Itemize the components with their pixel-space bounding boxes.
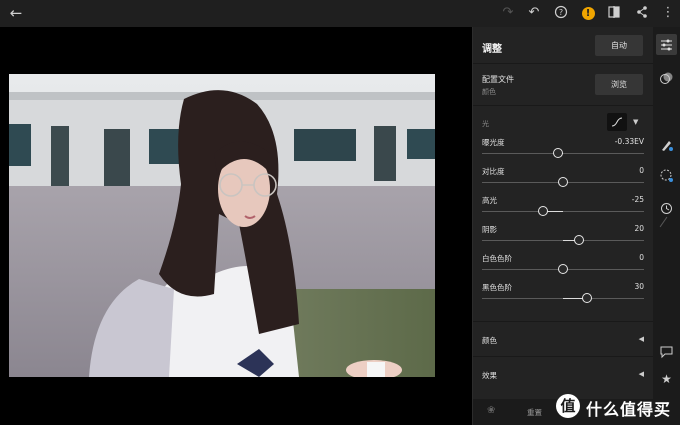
undo-icon[interactable]: ↶ <box>526 5 542 21</box>
slider-value[interactable]: 0 <box>639 253 644 262</box>
svg-text:?: ? <box>559 8 563 17</box>
watermark-text: 什么值得买 <box>586 400 672 419</box>
slider-row: 高光 -25 <box>482 195 644 219</box>
reset-button[interactable]: 重置 <box>527 407 542 418</box>
effects-section[interactable]: 效果 ◀ <box>482 370 644 381</box>
slider-thumb[interactable] <box>552 148 563 158</box>
tool-rail: ★ <box>653 27 680 425</box>
rail-separator <box>659 216 668 228</box>
slider-row: 阴影 20 <box>482 224 644 248</box>
browse-button[interactable]: 浏览 <box>595 74 643 95</box>
comment-icon[interactable] <box>659 344 674 359</box>
profile-value: 颜色 <box>482 88 496 96</box>
adjust-sliders-icon[interactable] <box>656 34 677 55</box>
profile-label: 配置文件 <box>482 75 514 84</box>
slider-row: 对比度 0 <box>482 166 644 190</box>
share-icon[interactable] <box>634 5 650 21</box>
color-section-label: 颜色 <box>482 336 497 345</box>
star-icon[interactable]: ★ <box>659 372 674 387</box>
light-section-label: 光 <box>482 120 489 128</box>
slider-row: 黑色色阶 30 <box>482 282 644 306</box>
more-icon[interactable]: ⋮ <box>660 5 676 21</box>
slider-value[interactable]: 30 <box>634 282 644 291</box>
slider-label: 曝光度 <box>482 138 505 147</box>
edited-photo <box>9 74 435 377</box>
watermark-badge: 值 <box>556 394 580 418</box>
slider-value[interactable]: 0 <box>639 166 644 175</box>
slider-label: 高光 <box>482 196 497 205</box>
divider <box>473 63 654 64</box>
warning-icon[interactable]: ! <box>580 5 596 21</box>
color-section[interactable]: 颜色 ◀ <box>482 335 644 346</box>
slider-thumb[interactable] <box>574 235 585 245</box>
slider-thumb[interactable] <box>558 177 568 187</box>
divider <box>473 105 654 106</box>
compare-icon[interactable] <box>606 5 622 21</box>
watermark: 值 什么值得买 <box>554 392 680 425</box>
tone-curve-button[interactable] <box>607 113 627 131</box>
auto-button[interactable]: 自动 <box>595 35 643 56</box>
back-arrow-icon[interactable]: ← <box>8 5 24 21</box>
selective-adjust-icon[interactable] <box>659 168 674 183</box>
top-toolbar: ← ↷ ↶ ? ! ⋮ <box>0 0 680 27</box>
effects-section-label: 效果 <box>482 371 497 380</box>
slider-value[interactable]: -25 <box>632 195 644 204</box>
slider-label: 黑色色阶 <box>482 283 512 292</box>
divider <box>473 321 654 322</box>
help-icon[interactable]: ? <box>553 5 569 21</box>
photo-canvas[interactable] <box>0 27 472 425</box>
color-mix-icon[interactable] <box>659 71 674 86</box>
healing-brush-icon[interactable] <box>659 137 674 152</box>
slider-track[interactable] <box>482 211 644 212</box>
slider-row: 白色色阶 0 <box>482 253 644 277</box>
chevron-left-icon: ◀ <box>638 370 644 378</box>
chevron-left-icon: ◀ <box>638 335 644 343</box>
adjust-panel: 调整 自动 配置文件 颜色 浏览 光 ▼ 曝光度 -0.33EV 对比度 0 高光 -25… <box>472 27 654 425</box>
presets-icon[interactable]: ❀ <box>487 405 495 416</box>
slider-thumb[interactable] <box>582 293 593 303</box>
slider-label: 阴影 <box>482 225 497 234</box>
slider-thumb[interactable] <box>558 264 568 274</box>
slider-value[interactable]: 20 <box>634 224 644 233</box>
redo-icon[interactable]: ↷ <box>500 5 516 21</box>
slider-value[interactable]: -0.33EV <box>615 137 644 146</box>
slider-thumb[interactable] <box>537 206 548 216</box>
slider-track[interactable] <box>482 153 644 154</box>
chevron-down-icon[interactable]: ▼ <box>633 118 638 126</box>
divider <box>473 356 654 357</box>
slider-label: 白色色阶 <box>482 254 512 263</box>
history-icon[interactable] <box>659 201 674 216</box>
tone-curve-icon <box>611 117 623 127</box>
slider-label: 对比度 <box>482 167 505 176</box>
panel-title: 调整 <box>482 44 502 55</box>
slider-row: 曝光度 -0.33EV <box>482 137 644 161</box>
